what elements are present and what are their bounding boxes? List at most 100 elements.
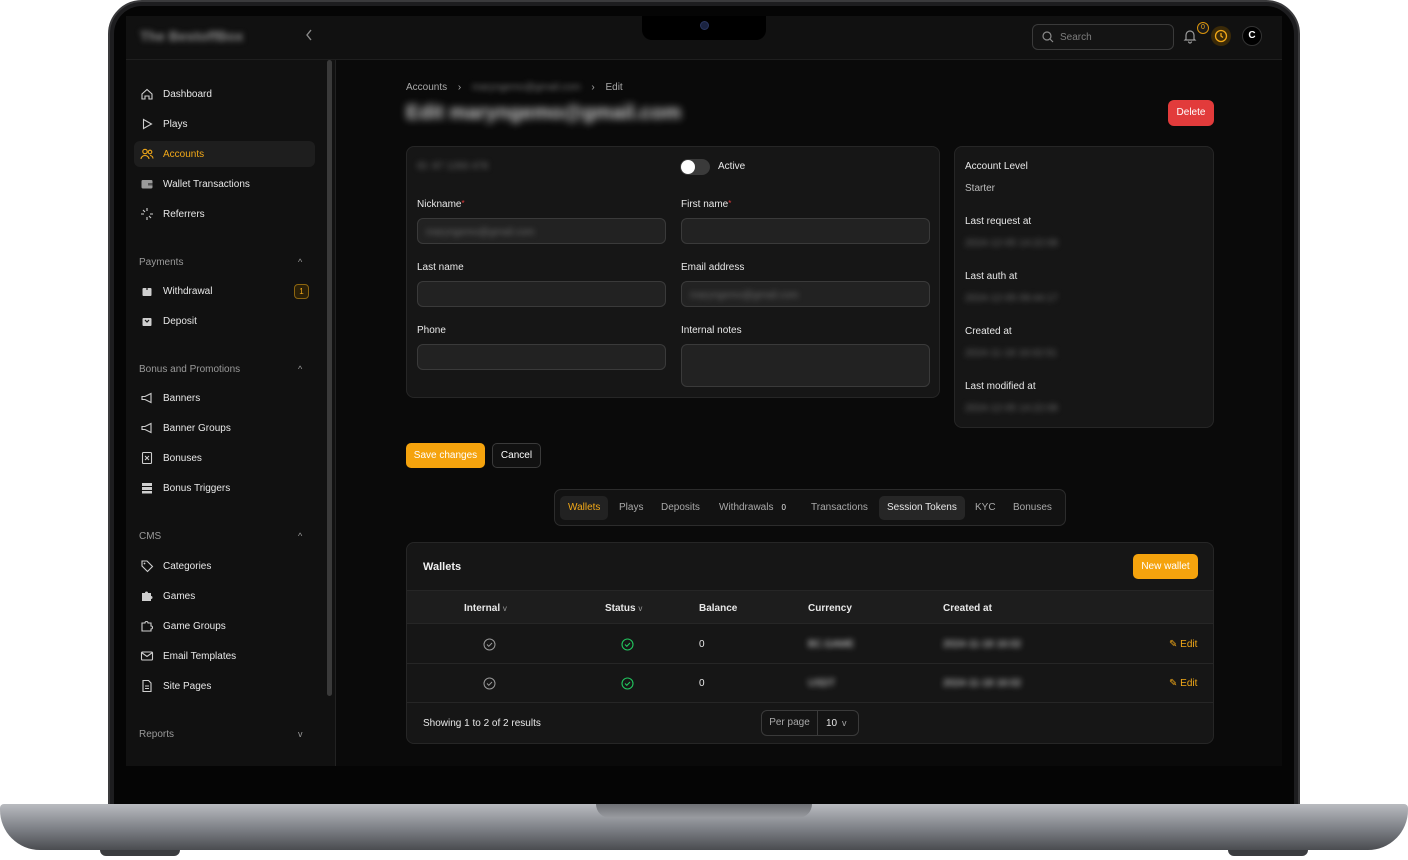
lastname-label: Last name [417,262,464,273]
sidebar-item-game-groups[interactable]: Game Groups [134,613,315,639]
account-level-label: Account Level [965,161,1028,172]
tab-wallets[interactable]: Wallets [560,496,609,520]
sidebar-item-dashboard[interactable]: Dashboard [134,81,315,107]
laptop-foot-left [100,850,180,856]
account-info-card: Account Level Starter Last request at 20… [954,146,1214,428]
sidebar-item-label: Wallet Transactions [163,179,250,190]
sidebar-item-banners[interactable]: Banners [134,385,315,411]
tab-transactions[interactable]: Transactions [803,496,876,520]
group-label-cms[interactable]: CMS [139,531,161,542]
edit-link[interactable]: ✎ Edit [1169,678,1197,689]
sidebar-item-label: Game Groups [163,621,226,632]
search-input[interactable]: Search [1032,24,1174,50]
camera-icon [700,21,709,30]
wallets-card: Wallets New wallet Internal v Status v B… [406,542,1214,744]
clock-icon [1214,29,1228,43]
new-wallet-button[interactable]: New wallet [1133,554,1198,579]
sidebar-item-label: Plays [163,119,188,130]
sidebar-item-label: Accounts [163,149,205,160]
chevron-up-icon[interactable]: ^ [298,531,302,541]
puzzle-icon [142,591,153,601]
breadcrumb-account[interactable]: maryngemo@gmail.com [472,82,581,93]
notes-label: Internal notes [681,325,742,336]
email-label: Email address [681,262,745,273]
group-label-payments[interactable]: Payments [139,257,183,268]
check-circle-icon [483,677,496,690]
account-level-value: Starter [965,183,996,194]
phone-field[interactable] [417,344,666,370]
breadcrumb-current: Edit [605,82,623,93]
chevron-right-icon: › [457,82,462,93]
sidebar-item-bonuses[interactable]: Bonuses [134,445,315,471]
sidebar-item-label: Bonus Triggers [163,483,231,494]
nickname-field[interactable]: maryngemo@gmail.com [417,218,666,244]
tab-plays[interactable]: Plays [611,496,651,520]
sidebar-item-accounts[interactable]: Accounts [134,141,315,167]
created-cell: 2024-11-18 16:02 [943,678,1022,689]
internal-notes-textarea[interactable] [681,344,930,387]
chevron-left-icon [306,29,312,41]
withdrawal-count-badge: 1 [294,284,309,299]
sidebar-scrollbar[interactable] [327,60,332,696]
sidebar-item-email-templates[interactable]: Email Templates [134,643,315,669]
sidebar-item-deposit[interactable]: Deposit [134,308,315,334]
group-label-bonus-promotions[interactable]: Bonus and Promotions [139,364,240,375]
column-currency: Currency [808,603,852,614]
tab-bonuses[interactable]: Bonuses [1005,496,1060,520]
document-icon [142,679,152,693]
edit-link[interactable]: ✎ Edit [1169,639,1197,650]
sparkle-icon [141,208,153,220]
cancel-button[interactable]: Cancel [492,443,541,468]
last-request-value: 2024-12-05 14:22:08 [965,238,1058,249]
tab-withdrawals[interactable]: Withdrawals 0 [711,496,794,520]
chevron-down-icon: v [502,604,507,613]
column-status[interactable]: Status v [605,603,642,614]
column-balance: Balance [699,603,738,614]
breadcrumb-accounts[interactable]: Accounts [406,82,447,93]
sidebar-item-categories[interactable]: Categories [134,553,315,579]
sidebar-item-label: Games [163,591,196,602]
sidebar-item-referrers[interactable]: Referrers [134,201,315,227]
user-avatar[interactable]: C [1242,26,1262,46]
edit-icon: ✎ [1169,639,1178,650]
sidebar-item-bonus-triggers[interactable]: Bonus Triggers [134,475,315,501]
table-row: 0 USDT 2024-11-18 16:02 ✎ Edit [407,664,1213,703]
chevron-up-icon[interactable]: ^ [298,364,302,374]
collapse-sidebar-button[interactable] [304,28,318,44]
sidebar-item-withdrawal[interactable]: Withdrawal 1 [134,278,315,304]
phone-label: Phone [417,325,446,336]
column-internal[interactable]: Internal v [464,603,507,614]
tab-deposits[interactable]: Deposits [653,496,708,520]
delete-button[interactable]: Delete [1168,100,1214,126]
email-field[interactable]: maryngemo@gmail.com [681,281,930,307]
brand-logo[interactable]: The BestoffBox [140,28,243,44]
per-page-select[interactable]: Per page 10 v [761,710,859,736]
save-changes-button[interactable]: Save changes [406,443,485,468]
sidebar-item-site-pages[interactable]: Site Pages [134,673,315,699]
search-icon [1042,31,1054,43]
tab-session-tokens[interactable]: Session Tokens [879,496,965,520]
sidebar-item-label: Categories [163,561,212,572]
created-value: 2024-11-18 16:02:51 [965,348,1058,359]
tab-kyc[interactable]: KYC [967,496,1004,520]
sidebar-item-games[interactable]: Games [134,583,315,609]
home-icon [141,88,153,100]
activity-button[interactable] [1211,26,1231,46]
notifications-button[interactable] [1183,28,1199,46]
sidebar-item-banner-groups[interactable]: Banner Groups [134,415,315,441]
lastname-field[interactable] [417,281,666,307]
sidebar-item-label: Email Templates [163,651,237,662]
wallet-icon [141,180,153,189]
chevron-up-icon[interactable]: ^ [298,257,302,267]
group-label-reports[interactable]: Reports [139,729,174,740]
nickname-label: Nickname* [417,199,465,210]
sidebar-item-plays[interactable]: Plays [134,111,315,137]
sidebar-item-label: Deposit [163,316,197,327]
active-toggle[interactable] [680,159,710,175]
firstname-field[interactable] [681,218,930,244]
bonus-icon [141,451,153,465]
sidebar-item-label: Site Pages [163,681,212,692]
sidebar-item-label: Bonuses [163,453,202,464]
chevron-down-icon[interactable]: v [298,729,303,739]
sidebar-item-wallet-transactions[interactable]: Wallet Transactions [134,171,315,197]
